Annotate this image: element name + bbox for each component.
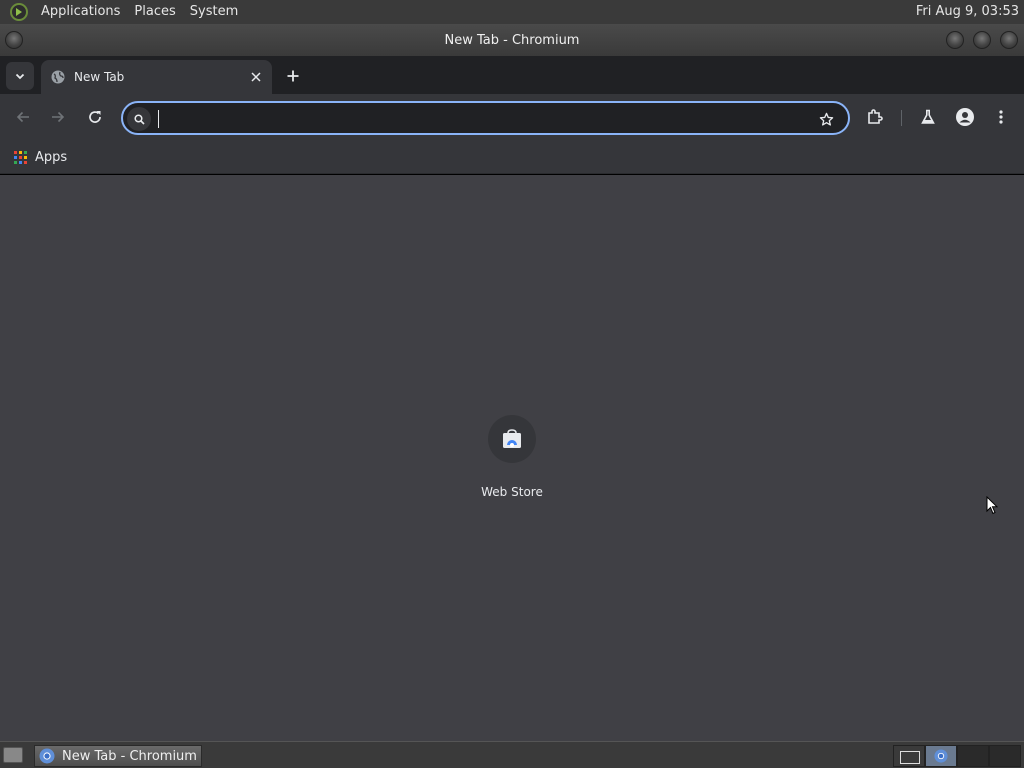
tab-title: New Tab <box>74 70 125 84</box>
more-vert-icon <box>999 110 1003 124</box>
plus-icon <box>287 70 299 82</box>
reload-button[interactable] <box>83 105 107 129</box>
minimize-button[interactable] <box>946 31 964 49</box>
places-menu[interactable]: Places <box>127 0 182 24</box>
chromium-icon <box>39 748 55 764</box>
apps-shortcut[interactable]: Apps <box>8 144 73 170</box>
window-menu-button[interactable] <box>5 31 23 49</box>
extensions-button[interactable] <box>863 105 887 129</box>
system-menu[interactable]: System <box>183 0 245 24</box>
forward-button[interactable] <box>46 105 70 129</box>
new-tab-page: Web Store <box>0 175 1024 741</box>
top-panel: Applications Places System Fri Aug 9, 03… <box>0 0 1024 24</box>
workspace-1[interactable] <box>893 745 925 767</box>
shortcut-icon-circle <box>488 415 536 463</box>
text-caret <box>158 110 159 128</box>
apps-label: Apps <box>35 149 68 165</box>
show-desktop-button[interactable] <box>3 747 23 763</box>
bottom-panel: New Tab - Chromium <box>0 741 1024 768</box>
labs-button[interactable] <box>916 105 940 129</box>
puzzle-icon <box>868 109 883 124</box>
tab-search-button[interactable] <box>6 62 34 90</box>
profile-button[interactable] <box>953 105 977 129</box>
window-title: New Tab - Chromium <box>444 32 580 48</box>
workspace-3[interactable] <box>957 745 989 767</box>
mouse-cursor-icon <box>986 496 998 515</box>
applications-menu[interactable]: Applications <box>34 0 127 24</box>
taskbar-window-button[interactable]: New Tab - Chromium <box>34 745 202 767</box>
mate-logo-icon[interactable] <box>10 3 28 21</box>
clock[interactable]: Fri Aug 9, 03:53 <box>916 0 1019 24</box>
address-input[interactable] <box>157 108 797 128</box>
web-store-icon <box>503 429 521 448</box>
maximize-button[interactable] <box>973 31 991 49</box>
apps-grid-icon <box>14 150 27 164</box>
omnibox[interactable] <box>121 101 850 135</box>
chevron-down-icon <box>15 73 25 80</box>
tab-close-icon[interactable] <box>246 67 266 87</box>
account-icon <box>956 108 974 126</box>
window-titlebar[interactable]: New Tab - Chromium <box>0 24 1024 56</box>
chromium-icon <box>934 749 948 763</box>
arrow-right-icon <box>52 111 65 123</box>
shortcut-label: Web Store <box>481 485 543 499</box>
taskbar-window-label: New Tab - Chromium <box>62 748 197 764</box>
workspace-4[interactable] <box>989 745 1021 767</box>
arrow-left-icon <box>16 111 29 123</box>
workspace-2[interactable] <box>925 745 957 767</box>
tab-new-tab[interactable]: New Tab <box>41 60 272 94</box>
shortcut-web-store[interactable]: Web Store <box>472 413 552 503</box>
menu-button[interactable] <box>989 105 1013 129</box>
globe-icon <box>51 70 65 84</box>
bookmark-star-icon[interactable] <box>816 109 836 129</box>
bookmarks-bar: Apps <box>0 140 1024 174</box>
search-icon <box>127 107 151 131</box>
back-button[interactable] <box>11 105 35 129</box>
toolbar-divider <box>901 110 902 126</box>
reload-icon <box>89 111 101 123</box>
new-tab-button[interactable] <box>281 64 305 88</box>
flask-icon <box>921 109 935 124</box>
close-window-button[interactable] <box>1000 31 1018 49</box>
tab-strip: New Tab <box>0 56 1024 94</box>
